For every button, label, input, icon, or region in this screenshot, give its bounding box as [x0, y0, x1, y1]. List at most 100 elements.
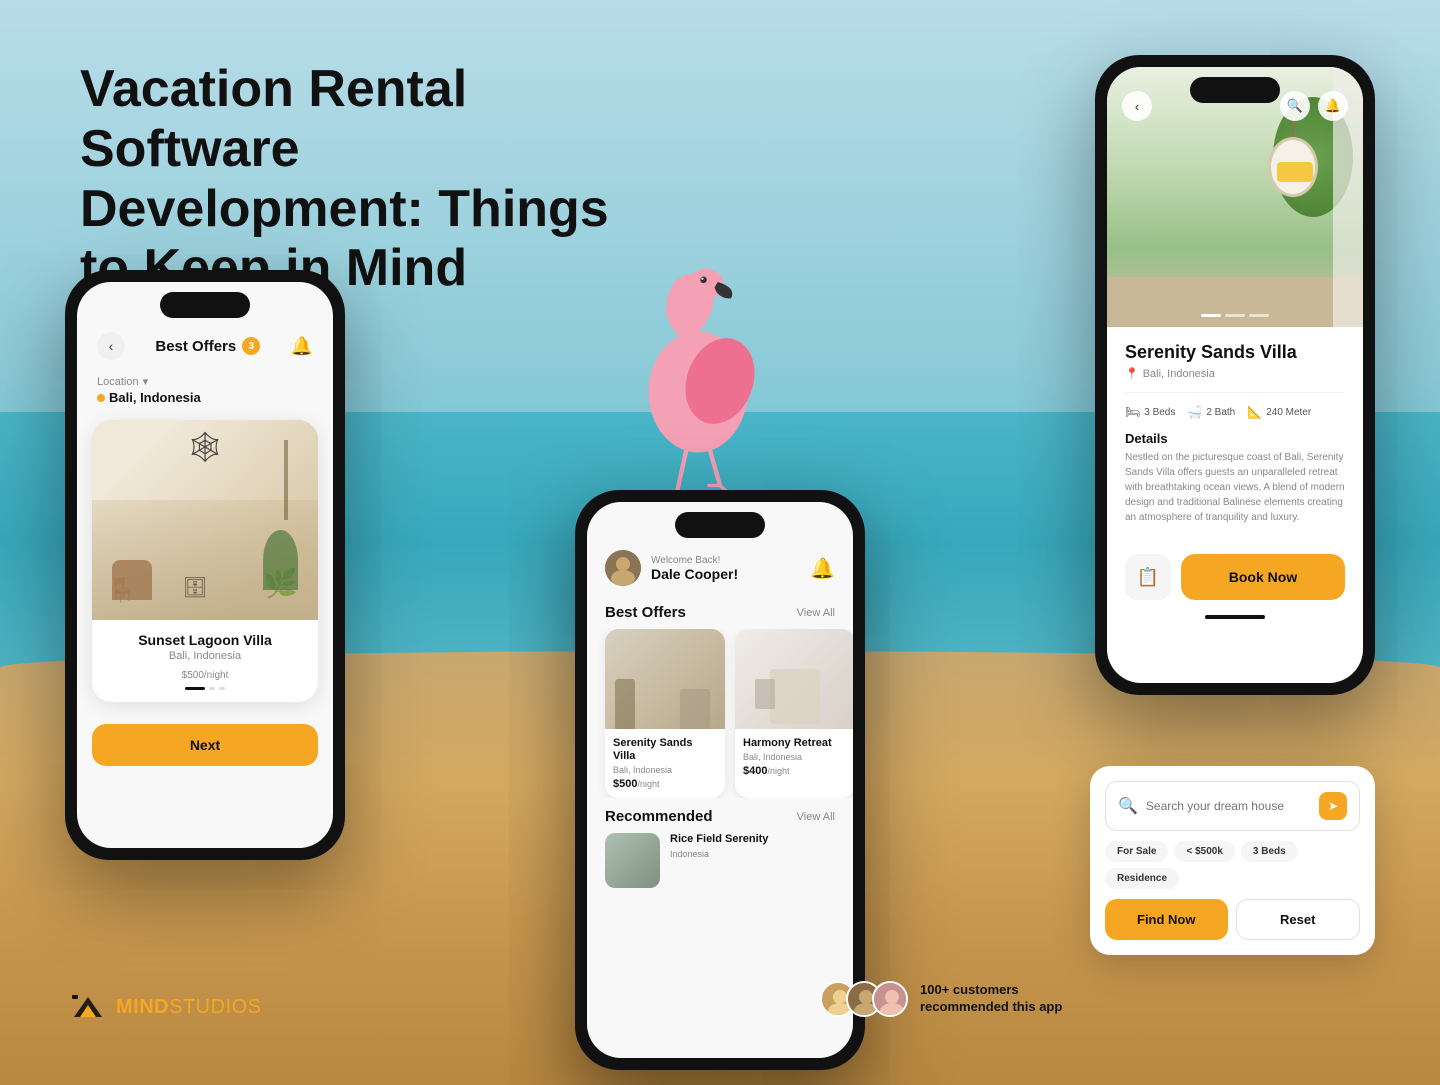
rec-card-name: Rice Field Serenity	[670, 833, 768, 846]
img-dot-2	[1225, 314, 1245, 317]
size-icon: 📐	[1247, 405, 1262, 419]
reset-button[interactable]: Reset	[1236, 899, 1361, 940]
card-2-location: Bali, Indonesia	[743, 752, 847, 762]
location-pin-icon: 📍	[1125, 367, 1139, 380]
recommended-cards: Rice Field Serenity Indonesia	[605, 833, 835, 888]
card-1-name: Serenity Sands Villa	[613, 737, 717, 763]
details-label: Details	[1125, 431, 1345, 446]
beds-icon: 🛏	[1125, 405, 1140, 419]
search-widget: 🔍 ➤ For Sale < $500k 3 Beds Residence Fi…	[1090, 766, 1375, 955]
notification-detail-button[interactable]: 🔔	[1318, 91, 1348, 121]
beds-spec: 🛏 3 Beds	[1125, 405, 1175, 419]
detail-specs: 🛏 3 Beds 🛁 2 Bath 📐 240 Meter	[1125, 392, 1345, 419]
user-name: Dale Cooper!	[651, 566, 810, 582]
img-dot-3	[1249, 314, 1269, 317]
recommended-section: Recommended View All Rice Field Serenity…	[587, 798, 853, 888]
rec-card-location: Indonesia	[670, 849, 768, 859]
page-title: Vacation Rental Software Development: Th…	[80, 60, 640, 299]
dot-active	[185, 687, 205, 690]
home-indicator	[1205, 615, 1265, 619]
recommended-view-all[interactable]: View All	[797, 811, 835, 823]
rec-thumb-1	[605, 833, 660, 888]
book-now-button[interactable]: Book Now	[1181, 554, 1345, 600]
detail-image: ‹ 🔍 🔔	[1107, 67, 1363, 327]
best-offers-title: Best Offers	[155, 338, 236, 355]
logo: MINDSTUDIOS	[70, 989, 262, 1025]
detail-actions: 📋 Book Now	[1107, 554, 1363, 615]
testimonials: 100+ customers recommended this app	[820, 981, 1080, 1017]
view-all-link[interactable]: View All	[797, 607, 835, 619]
search-detail-button[interactable]: 🔍	[1280, 91, 1310, 121]
card-1-price: $500/night	[613, 778, 717, 790]
phone-right: ‹ 🔍 🔔 Serenity Sands Villa 📍 Bali, Indon…	[1095, 55, 1375, 695]
detail-ctrl-right: 🔍 🔔	[1280, 91, 1348, 121]
search-input-row: 🔍 ➤	[1105, 781, 1360, 831]
search-input[interactable]	[1146, 799, 1311, 813]
card-2-info: Harmony Retreat Bali, Indonesia $400/nig…	[735, 729, 853, 785]
rec-card-info-1: Rice Field Serenity Indonesia	[670, 833, 768, 888]
property-name: Sunset Lagoon Villa	[107, 632, 303, 648]
location-area: Location ▾ Bali, Indonesia	[77, 370, 333, 410]
best-offers-section-header: Best Offers View All	[587, 596, 853, 629]
img-dot-1	[1201, 314, 1221, 317]
phone-left-notch	[160, 292, 250, 318]
search-send-button[interactable]: ➤	[1319, 792, 1347, 820]
filter-beds[interactable]: 3 Beds	[1241, 841, 1298, 862]
best-offer-card-2[interactable]: Harmony Retreat Bali, Indonesia $400/nig…	[735, 629, 853, 798]
logo-text: MINDSTUDIOS	[116, 996, 262, 1019]
details-description: Nestled on the picturesque coast of Bali…	[1125, 450, 1345, 525]
bookmark-button[interactable]: 📋	[1125, 554, 1171, 600]
property-card-left[interactable]: 🕸 🌿 🪑 🗄 Sunset Lagoon Villa Bali, Indone…	[92, 420, 318, 702]
dot-inactive-2	[219, 687, 225, 690]
size-spec: 📐 240 Meter	[1247, 405, 1311, 419]
phone-center-notch	[675, 512, 765, 538]
property-image: 🕸 🌿 🪑 🗄	[92, 420, 318, 620]
back-detail-button[interactable]: ‹	[1122, 91, 1152, 121]
card-2-price: $400/night	[743, 765, 847, 777]
property-location: Bali, Indonesia	[107, 650, 303, 662]
filter-type[interactable]: Residence	[1105, 868, 1179, 889]
property-price: $500/night	[107, 666, 303, 681]
filter-for-sale[interactable]: For Sale	[1105, 841, 1168, 862]
card-2-image	[735, 629, 853, 729]
card-1-image	[605, 629, 725, 729]
phone-center-inner: Welcome Back! Dale Cooper! 🔔 Best Offers…	[587, 502, 853, 1058]
testimonial-text: 100+ customers recommended this app	[920, 982, 1080, 1016]
card-1-location: Bali, Indonesia	[613, 765, 717, 775]
flamingo-decoration	[588, 260, 808, 480]
next-button[interactable]: Next	[92, 724, 318, 766]
logo-studios: STUDIOS	[169, 996, 261, 1018]
search-buttons: Find Now Reset	[1105, 899, 1360, 940]
detail-location: 📍 Bali, Indonesia	[1125, 367, 1345, 380]
location-value[interactable]: Bali, Indonesia	[97, 390, 313, 405]
bath-spec: 🛁 2 Bath	[1187, 405, 1235, 419]
phone-left: ‹ Best Offers 3 🔔 Location ▾ Bali, Indon…	[65, 270, 345, 860]
detail-info: Serenity Sands Villa 📍 Bali, Indonesia 🛏…	[1107, 327, 1363, 540]
filter-tags: For Sale < $500k 3 Beds Residence	[1105, 841, 1360, 889]
filter-price[interactable]: < $500k	[1174, 841, 1234, 862]
logo-icon	[70, 989, 106, 1025]
best-offer-card-1[interactable]: Serenity Sands Villa Bali, Indonesia $50…	[605, 629, 725, 798]
best-offers-section-title: Best Offers	[605, 604, 686, 621]
welcome-text: Welcome Back!	[651, 555, 810, 566]
user-avatar	[605, 550, 641, 586]
recommended-header: Recommended View All	[605, 808, 835, 825]
carousel-dots	[107, 687, 303, 690]
bell-icon[interactable]: 🔔	[291, 336, 313, 357]
header-title-area: Best Offers 3	[155, 337, 260, 355]
customer-avatar-3	[872, 981, 908, 1017]
macrame-decoration: 🕸	[186, 430, 224, 465]
notification-bell[interactable]: 🔔	[810, 556, 835, 581]
welcome-area: Welcome Back! Dale Cooper!	[641, 555, 810, 582]
best-offers-cards: Serenity Sands Villa Bali, Indonesia $50…	[587, 629, 853, 798]
avatar-stack	[820, 981, 908, 1017]
property-info: Sunset Lagoon Villa Bali, Indonesia $500…	[92, 620, 318, 702]
find-now-button[interactable]: Find Now	[1105, 899, 1228, 940]
back-button[interactable]: ‹	[97, 332, 125, 360]
offers-badge: 3	[242, 337, 260, 355]
card-1-info: Serenity Sands Villa Bali, Indonesia $50…	[605, 729, 725, 798]
phone-right-notch	[1190, 77, 1280, 103]
bath-icon: 🛁	[1187, 405, 1202, 419]
card-2-name: Harmony Retreat	[743, 737, 847, 750]
location-label: Location ▾	[97, 375, 313, 388]
